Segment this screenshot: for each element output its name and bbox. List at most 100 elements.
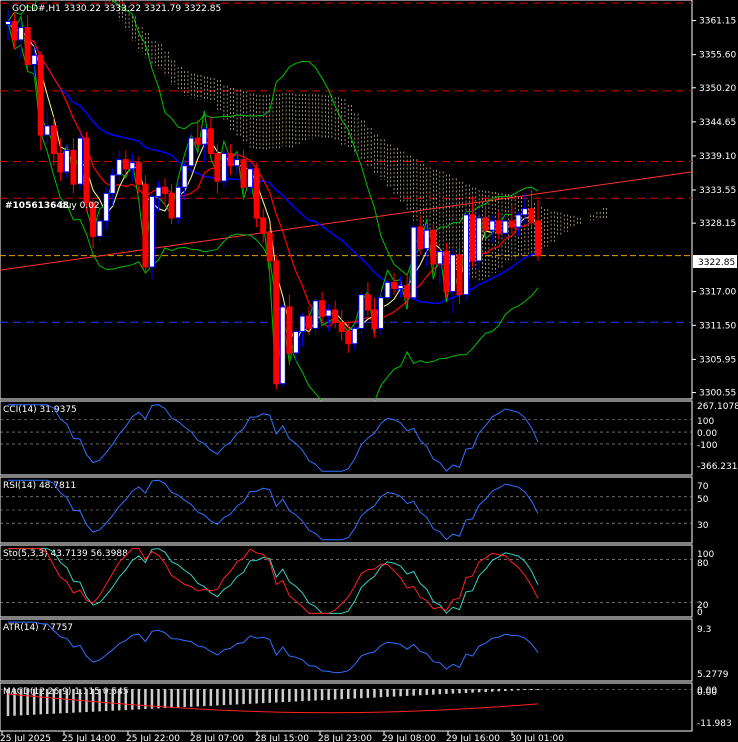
- candle-body: [319, 300, 326, 317]
- candle-body: [168, 192, 175, 219]
- candle-body: [70, 149, 77, 185]
- time-tick-label: 25 Jul 2025: [0, 734, 51, 742]
- time-tick-label: 28 Jul 07:00: [190, 734, 244, 742]
- candle-body: [436, 251, 443, 265]
- candle-body: [299, 315, 306, 332]
- candle-body: [18, 27, 25, 41]
- candle-body: [234, 159, 241, 167]
- candle-body: [273, 260, 280, 385]
- candle-body: [469, 214, 476, 262]
- time-tick-label: 29 Jul 16:00: [446, 734, 500, 742]
- indicator-tick-label: 0.00: [697, 688, 717, 698]
- candle-body: [142, 183, 149, 268]
- candle-body: [220, 152, 227, 182]
- candle-body: [364, 294, 371, 311]
- price-tick-label: 3355.60: [699, 51, 736, 61]
- price-tick-label: 3305.95: [699, 355, 736, 365]
- indicator-tick-label: -100: [697, 441, 718, 451]
- candle-body: [148, 195, 155, 268]
- candle-body: [456, 254, 463, 296]
- candle-body: [109, 174, 116, 194]
- current-price-label: 3322.85: [698, 258, 735, 268]
- candle-body: [292, 330, 299, 354]
- indicator-tick-label: 80: [697, 559, 709, 569]
- indicator-tick-label: 50: [697, 495, 709, 505]
- candle-body: [449, 254, 456, 293]
- price-axis: 3361.15 3355.60 3350.20 3344.65 3339.10 3333.…: [692, 17, 736, 399]
- candle-body: [240, 159, 247, 188]
- candle-body: [423, 229, 430, 250]
- indicator-tick-label: 9.3: [697, 625, 711, 635]
- candle-body: [371, 309, 378, 329]
- price-tick-label: 3361.15: [699, 17, 736, 27]
- indicator-tick-label: -11.983: [697, 719, 732, 729]
- price-tick-label: 3333.55: [699, 186, 736, 196]
- candle-body: [502, 220, 509, 234]
- price-tick-label: 3339.10: [699, 152, 736, 162]
- price-tick-label: 3311.50: [699, 321, 736, 331]
- candle-body: [175, 186, 182, 219]
- candle-body: [44, 125, 51, 136]
- candle-body: [521, 208, 528, 216]
- candle-body: [135, 162, 142, 185]
- candle-body: [63, 149, 70, 173]
- price-tick-label: 3317.00: [699, 288, 736, 298]
- candle-body: [279, 306, 286, 385]
- price-tick-label: 3344.65: [699, 118, 736, 128]
- time-tick-label: 25 Jul 22:00: [126, 734, 180, 742]
- time-tick-label: 29 Jul 08:00: [382, 734, 436, 742]
- indicator-tick-label: 30: [697, 521, 709, 531]
- candle-body: [463, 214, 470, 296]
- candle-body: [194, 137, 201, 145]
- candle-body: [227, 152, 234, 167]
- symbol-header: GOLD#,H1 3330.22 3333.22 3321.79 3322.85: [12, 4, 221, 14]
- indicator-title: Sto(5,3,3) 43.7139 56.3988: [3, 549, 128, 559]
- indicator-pane: [0, 400, 693, 476]
- candle-body: [482, 217, 489, 231]
- time-tick-label: 30 Jul 01:00: [510, 734, 564, 742]
- price-tick-label: 3350.20: [699, 84, 736, 94]
- candle-body: [155, 186, 162, 197]
- candle-body: [37, 54, 44, 136]
- indicator-title: ATR(14) 7.7757: [3, 623, 73, 633]
- candle-body: [5, 20, 11, 26]
- candle-body: [377, 297, 384, 329]
- candle-body: [338, 321, 345, 332]
- candle-body: [96, 220, 103, 237]
- time-tick-label: 28 Jul 15:00: [255, 734, 309, 742]
- indicator-tick-label: 100: [697, 417, 714, 427]
- candle-body: [535, 220, 541, 257]
- time-axis: 25 Jul 2025 25 Jul 14:00 25 Jul 22:00 28 Ju…: [0, 731, 564, 742]
- indicator-tick-label: -366.2315: [697, 462, 738, 472]
- candle-body: [162, 186, 169, 194]
- candle-body: [286, 306, 293, 354]
- indicator-panes: CCI(14) 31.9375 267.1078 100 0.00 -100 -366.2…: [0, 400, 738, 732]
- candle-body: [129, 162, 136, 170]
- candle-body: [312, 300, 319, 329]
- candle-body: [266, 232, 273, 262]
- candle-body: [201, 128, 208, 145]
- candle-body: [332, 309, 339, 323]
- candle-body: [247, 168, 254, 188]
- candle-body: [24, 27, 31, 65]
- candle-body: [181, 165, 188, 188]
- candle-body: [253, 168, 260, 219]
- candle-body: [31, 54, 38, 65]
- candle-body: [76, 137, 83, 185]
- candle-body: [430, 229, 437, 265]
- candle-body: [404, 284, 411, 299]
- trading-chart[interactable]: 3361.15 3355.60 3350.20 3344.65 3339.10 3333.…: [0, 0, 738, 742]
- candle-body: [57, 152, 64, 173]
- candle-body: [11, 20, 18, 41]
- candle-body: [188, 137, 195, 167]
- candle-body: [410, 226, 417, 299]
- candle-body: [417, 226, 424, 250]
- candle-body: [351, 327, 358, 345]
- indicator-tick-label: 5.2779: [697, 670, 729, 680]
- candle-body: [122, 159, 129, 170]
- candle-body: [443, 251, 450, 293]
- candle-body: [508, 220, 515, 228]
- candle-body: [489, 220, 496, 231]
- indicator-tick-label: 0: [697, 608, 703, 618]
- candle-body: [528, 208, 535, 222]
